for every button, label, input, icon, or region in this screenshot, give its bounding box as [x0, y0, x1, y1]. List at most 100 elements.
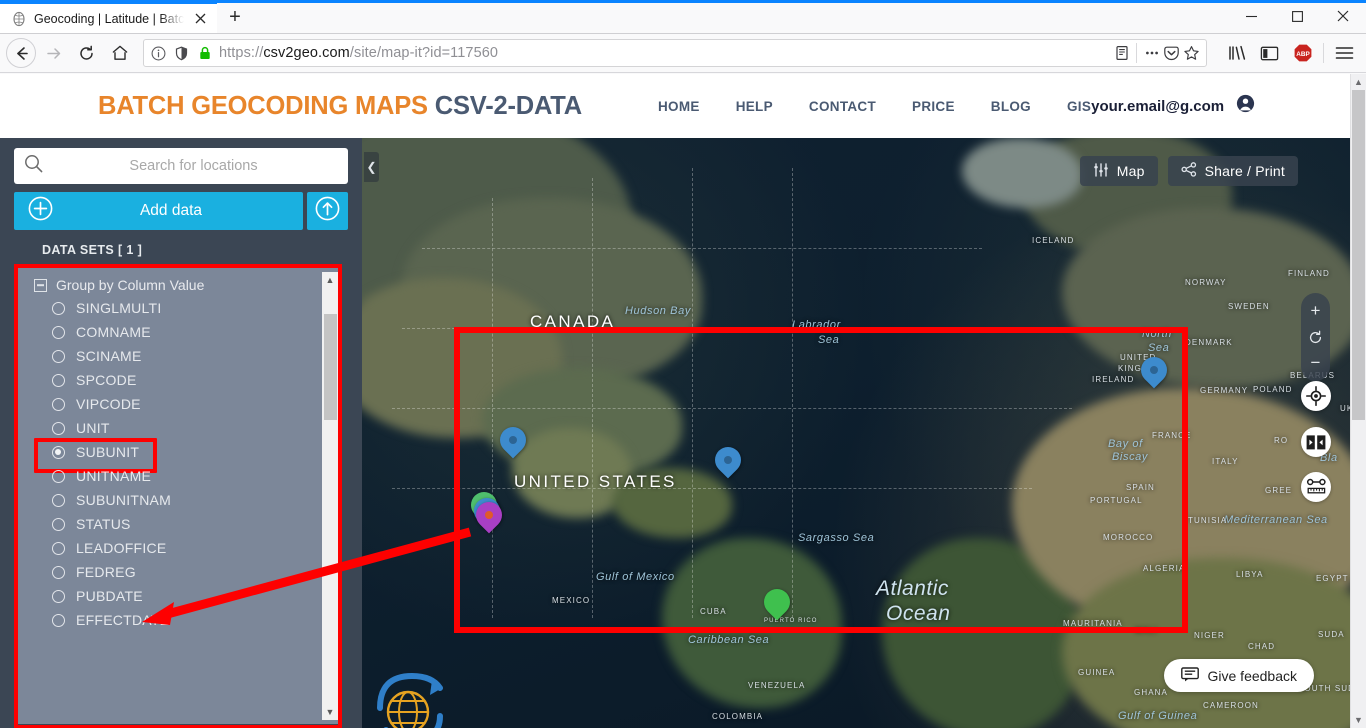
back-arrow-icon[interactable]	[6, 38, 36, 68]
divider	[1136, 43, 1137, 63]
page-actions-icon[interactable]	[1143, 45, 1160, 62]
reload-icon[interactable]	[71, 38, 102, 69]
give-feedback-button[interactable]: Give feedback	[1163, 659, 1314, 692]
radio-effectdate[interactable]	[52, 613, 65, 627]
sidebars-icon[interactable]	[1254, 38, 1285, 69]
radio-subunit[interactable]	[52, 445, 65, 459]
marker-california-purple[interactable]	[470, 496, 508, 536]
tree-item-vipcode[interactable]: VIPCODE	[18, 392, 338, 416]
tree-item-singlmulti[interactable]: SINGLMULTI	[18, 296, 338, 320]
tree-item-fedreg[interactable]: FEDREG	[18, 560, 338, 584]
chevron-left-icon[interactable]: ❮	[364, 152, 379, 182]
padlock-icon[interactable]	[196, 45, 213, 62]
radio-singlmulti[interactable]	[52, 301, 65, 315]
tree-item-label: SPCODE	[76, 372, 137, 388]
close-icon[interactable]	[191, 10, 209, 28]
geolocate-icon[interactable]	[1301, 381, 1331, 411]
marker-uk[interactable]	[1135, 351, 1173, 391]
tree-item-pubdate[interactable]: PUBDATE	[18, 584, 338, 608]
datasets-count: [ 1 ]	[118, 243, 143, 257]
share-print-label: Share / Print	[1204, 163, 1285, 179]
marker-caribbean[interactable]	[758, 583, 796, 623]
tree-item-label: STATUS	[76, 516, 131, 532]
reset-rotation-icon[interactable]	[1301, 324, 1330, 350]
group-by-tree[interactable]: Group by Column Value SINGLMULTI COMNAME…	[18, 268, 338, 724]
adblock-plus-icon[interactable]: ABP	[1287, 38, 1318, 69]
radio-spcode[interactable]	[52, 373, 65, 387]
address-bar[interactable]: https://csv2geo.com/site/map-it?id=11756…	[143, 39, 1207, 67]
share-print-button[interactable]: Share / Print	[1167, 156, 1298, 186]
map-label-labrador: Labrador	[792, 319, 841, 331]
tree-scrollbar[interactable]: ▲ ▼	[322, 272, 338, 720]
radio-status[interactable]	[52, 517, 65, 531]
tree-item-subunitnam[interactable]: SUBUNITNAM	[18, 488, 338, 512]
radio-sciname[interactable]	[52, 349, 65, 363]
tree-item-label: COMNAME	[76, 324, 151, 340]
chevron-down-icon[interactable]: ▼	[322, 704, 338, 720]
tree-item-status[interactable]: STATUS	[18, 512, 338, 536]
radio-unitname[interactable]	[52, 469, 65, 483]
radio-leadoffice[interactable]	[52, 541, 65, 555]
nav-item-home[interactable]: HOME	[658, 99, 700, 114]
split-view-icon[interactable]	[1301, 427, 1331, 457]
site-logo[interactable]: BATCH GEOCODING MAPS CSV-2-DATA	[98, 92, 582, 121]
new-tab-button[interactable]: +	[217, 1, 253, 33]
sliders-icon	[1093, 162, 1109, 180]
browser-tab[interactable]: Geocoding | Latitude | Batch Ge	[0, 1, 217, 33]
tree-item-unit[interactable]: UNIT	[18, 416, 338, 440]
upload-button[interactable]	[307, 192, 348, 230]
hamburger-menu-icon[interactable]	[1329, 38, 1360, 69]
radio-unit[interactable]	[52, 421, 65, 435]
chevron-up-icon[interactable]: ▲	[322, 272, 338, 288]
home-icon[interactable]	[104, 38, 135, 69]
user-account-icon[interactable]	[1236, 94, 1255, 118]
radio-subunitnam[interactable]	[52, 493, 65, 507]
library-icon[interactable]	[1221, 38, 1252, 69]
zoom-in-icon[interactable]: +	[1301, 298, 1330, 324]
tree-item-leadoffice[interactable]: LEADOFFICE	[18, 536, 338, 560]
page-info-icon[interactable]	[150, 45, 167, 62]
marker-northeast[interactable]	[709, 441, 747, 481]
dataset-tree-wrapper: Group by Column Value SINGLMULTI COMNAME…	[14, 264, 362, 728]
tree-item-effectdate[interactable]: EFFECTDATE	[18, 608, 338, 632]
tree-item-sciname[interactable]: SCINAME	[18, 344, 338, 368]
bookmark-star-icon[interactable]	[1183, 45, 1200, 62]
scroll-down-icon[interactable]: ▼	[1351, 712, 1366, 728]
nav-item-blog[interactable]: BLOG	[991, 99, 1031, 114]
search-row[interactable]	[14, 148, 348, 184]
nav-item-help[interactable]: HELP	[736, 99, 773, 114]
tree-item-spcode[interactable]: SPCODE	[18, 368, 338, 392]
nav-item-gis[interactable]: GIS	[1067, 99, 1091, 114]
search-input[interactable]	[49, 158, 338, 174]
site-favicon-icon	[11, 11, 27, 27]
scrollbar-thumb[interactable]	[323, 314, 337, 420]
tree-item-comname[interactable]: COMNAME	[18, 320, 338, 344]
add-data-button[interactable]: Add data	[14, 192, 303, 230]
radio-vipcode[interactable]	[52, 397, 65, 411]
tree-item-subunit[interactable]: SUBUNIT	[18, 438, 338, 473]
map-canvas[interactable]: CANADA UNITED STATES BRAZIL Hudson Bay L…	[362, 138, 1350, 728]
maximize-button[interactable]	[1274, 0, 1320, 33]
marker-montana[interactable]	[494, 421, 532, 461]
page-scrollbar-thumb[interactable]	[1352, 90, 1365, 420]
tree-item-unitname[interactable]: UNITNAME	[18, 464, 338, 488]
close-window-button[interactable]	[1320, 0, 1366, 33]
forward-arrow-icon[interactable]	[38, 38, 69, 69]
radio-comname[interactable]	[52, 325, 65, 339]
account-area[interactable]: your.email@g.com	[1091, 94, 1255, 118]
group-by-header[interactable]: Group by Column Value	[18, 274, 338, 296]
tracking-protection-icon[interactable]	[173, 45, 190, 62]
page-scrollbar[interactable]: ▲ ▼	[1350, 74, 1366, 728]
nav-item-contact[interactable]: CONTACT	[809, 99, 876, 114]
map-style-button[interactable]: Map	[1079, 156, 1158, 186]
scroll-up-icon[interactable]: ▲	[1351, 74, 1366, 90]
nav-item-price[interactable]: PRICE	[912, 99, 955, 114]
save-to-pocket-icon[interactable]	[1163, 45, 1180, 62]
minimize-button[interactable]	[1228, 0, 1274, 33]
radio-fedreg[interactable]	[52, 565, 65, 579]
zoom-out-icon[interactable]: −	[1301, 350, 1330, 376]
collapse-box-icon[interactable]	[34, 278, 47, 292]
measure-tool-icon[interactable]	[1301, 472, 1331, 502]
radio-pubdate[interactable]	[52, 589, 65, 603]
reader-view-icon[interactable]	[1113, 45, 1130, 62]
